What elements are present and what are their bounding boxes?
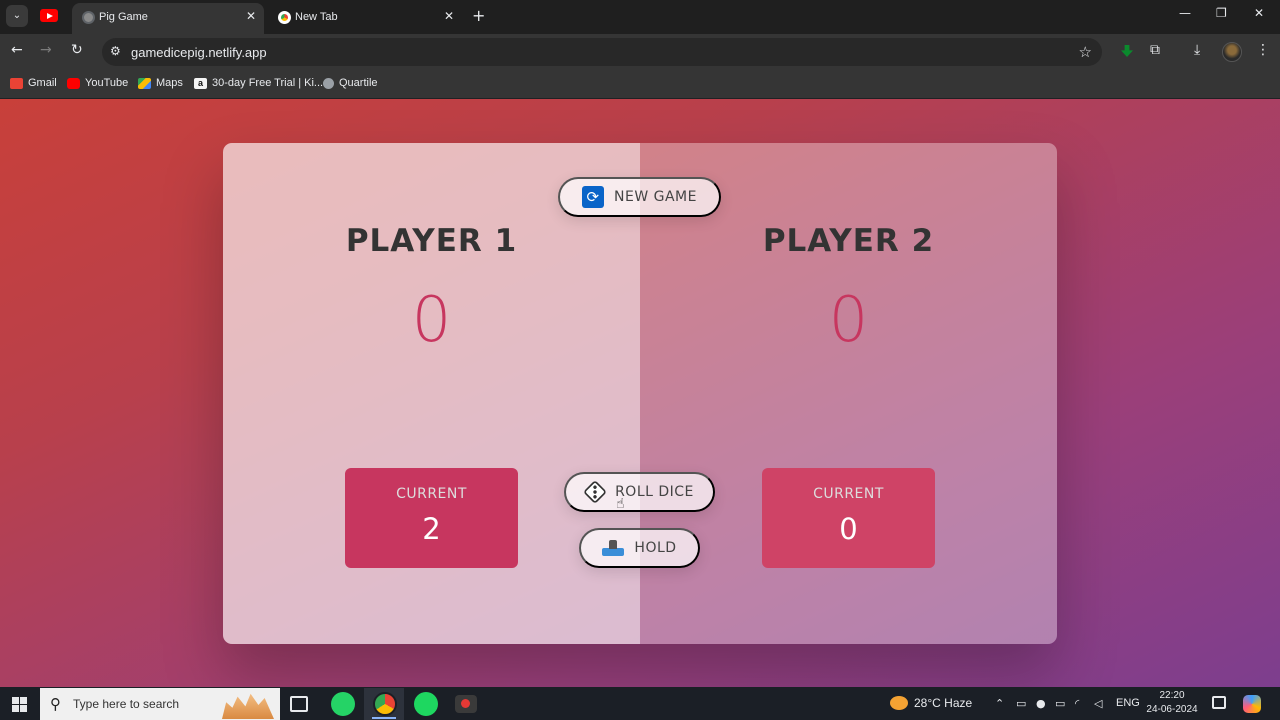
url-text[interactable]: gamedicepig.netlify.app	[131, 45, 267, 60]
roll-dice-button[interactable]: ROLL DICE	[564, 472, 715, 512]
wifi-icon[interactable]: ◜	[1075, 697, 1079, 710]
microphone-icon[interactable]: ●	[1036, 697, 1046, 710]
star-icon[interactable]: ☆	[1079, 43, 1092, 61]
current-label: CURRENT	[396, 486, 467, 502]
player-1-current-box: CURRENT 2	[345, 468, 518, 568]
bookmark-label: Maps	[156, 77, 183, 89]
taskbar-clock[interactable]: 22:20 24-06-2024	[1144, 689, 1200, 717]
browser-toolbar: ← → ↻ ⚙ gamedicepig.netlify.app ☆ ⧉ ⤓ ⋮	[0, 34, 1280, 70]
player-2-score: 0	[828, 283, 869, 356]
dice-icon	[583, 479, 608, 505]
hold-icon	[602, 540, 625, 556]
gmail-icon	[10, 77, 23, 89]
tab-title: New Tab	[295, 11, 338, 23]
bookmarks-bar: Gmail YouTube Maps a 30-day Free Trial | …	[0, 70, 1280, 98]
plus-icon[interactable]: +	[472, 6, 485, 25]
bookmark-amazon[interactable]: a 30-day Free Trial | Ki...	[194, 77, 323, 89]
bookmark-youtube[interactable]: YouTube	[67, 77, 128, 89]
language-indicator[interactable]: ENG	[1116, 697, 1140, 709]
game-board: PLAYER 1 0 CURRENT 2 PLAYER 2 0 CURRENT …	[223, 143, 1057, 644]
hold-label: HOLD	[634, 540, 677, 556]
hold-button[interactable]: HOLD	[579, 528, 700, 568]
globe-icon	[323, 77, 334, 89]
chevron-down-icon: ⌄	[12, 10, 22, 21]
search-icon: ⚲	[50, 695, 61, 713]
globe-icon	[82, 11, 95, 24]
download-icon[interactable]: ⤓	[1194, 42, 1200, 58]
tab-title: Pig Game	[99, 11, 148, 23]
tab-search-button[interactable]: ⌄	[6, 5, 28, 27]
back-arrow-icon[interactable]: ←	[11, 42, 23, 58]
screen-recorder-icon[interactable]	[455, 695, 477, 713]
bookmark-quartile[interactable]: Quartile	[323, 77, 378, 89]
bookmark-maps[interactable]: Maps	[138, 77, 183, 89]
notification-icon[interactable]	[1212, 696, 1226, 709]
current-label: CURRENT	[813, 486, 884, 502]
player-2-current-score: 0	[839, 512, 858, 546]
weather-text: 28°C Haze	[914, 696, 973, 710]
windows-taskbar: ⚲ Type here to search 28°C Haze ⌃ ▭ ● ▭ …	[0, 687, 1280, 720]
amazon-icon: a	[194, 77, 207, 89]
tab-pig-game[interactable]: Pig Game ✕	[72, 3, 264, 34]
maps-icon	[138, 77, 151, 89]
spotify-icon[interactable]	[414, 692, 438, 716]
player-1-score: 0	[411, 283, 452, 356]
taskbar-search-box[interactable]: ⚲ Type here to search	[40, 688, 280, 720]
bookmark-label: 30-day Free Trial | Ki...	[212, 77, 324, 89]
player-1-current-score: 2	[422, 512, 441, 546]
player-1-panel: PLAYER 1 0 CURRENT 2	[223, 143, 640, 644]
copilot-icon[interactable]	[1243, 695, 1261, 713]
active-app-indicator	[372, 717, 396, 719]
taskbar-search-placeholder: Type here to search	[73, 697, 180, 711]
close-icon[interactable]: ✕	[444, 9, 454, 23]
chrome-taskbar-icon[interactable]	[373, 692, 397, 716]
roll-dice-label: ROLL DICE	[615, 484, 694, 500]
meet-now-icon[interactable]: ▭	[1016, 697, 1026, 710]
search-highlight-image	[222, 693, 274, 719]
chrome-icon	[278, 11, 291, 24]
windows-start-icon[interactable]	[12, 697, 27, 712]
hand-cursor-icon: ☝	[616, 496, 625, 512]
kebab-menu-icon[interactable]: ⋮	[1256, 42, 1270, 58]
clock-time: 22:20	[1159, 690, 1185, 701]
forward-arrow-icon[interactable]: →	[40, 42, 52, 58]
window-close-icon[interactable]: ✕	[1254, 6, 1264, 20]
minimize-icon[interactable]: —	[1179, 6, 1191, 20]
whatsapp-icon[interactable]	[331, 692, 355, 716]
player-1-name: PLAYER 1	[345, 223, 518, 259]
bookmark-gmail[interactable]: Gmail	[10, 77, 57, 89]
close-icon[interactable]: ✕	[246, 9, 256, 23]
player-2-current-box: CURRENT 0	[762, 468, 935, 568]
player-2-name: PLAYER 2	[762, 223, 935, 259]
tab-strip: ⌄ Pig Game ✕ New Tab ✕ + — ❐ ✕	[0, 0, 1280, 34]
clock-date: 24-06-2024	[1146, 704, 1198, 715]
battery-icon[interactable]: ▭	[1055, 697, 1065, 710]
speaker-icon[interactable]: ◁	[1094, 697, 1102, 710]
weather-icon	[890, 696, 908, 710]
bookmark-label: YouTube	[85, 77, 129, 89]
bookmark-label: Gmail	[28, 77, 57, 89]
bookmark-label: Quartile	[339, 77, 378, 89]
tab-new-tab[interactable]: New Tab ✕	[268, 3, 462, 34]
puzzle-icon[interactable]: ⧉	[1150, 42, 1160, 58]
address-bar[interactable]: ⚙ gamedicepig.netlify.app ☆	[102, 38, 1102, 66]
weather-widget[interactable]: 28°C Haze	[890, 696, 972, 710]
youtube-icon	[67, 77, 80, 89]
reload-icon[interactable]: ↻	[71, 42, 83, 58]
new-game-label: NEW GAME	[614, 189, 697, 205]
avatar[interactable]	[1222, 42, 1242, 62]
restore-icon[interactable]: ❐	[1216, 6, 1227, 20]
youtube-pinned-tab-icon[interactable]	[40, 9, 58, 22]
new-game-button[interactable]: ⟳ NEW GAME	[558, 177, 721, 217]
refresh-icon: ⟳	[582, 186, 605, 208]
task-view-icon[interactable]	[290, 696, 308, 712]
site-info-icon[interactable]: ⚙	[110, 44, 121, 58]
player-2-panel: PLAYER 2 0 CURRENT 0	[640, 143, 1057, 644]
chevron-up-icon[interactable]: ⌃	[995, 697, 1004, 710]
